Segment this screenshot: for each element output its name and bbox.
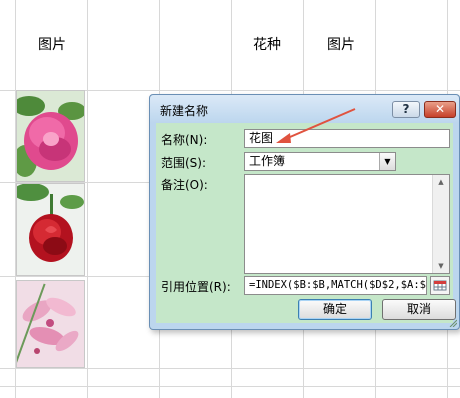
annotation-arrow-icon — [276, 108, 356, 143]
